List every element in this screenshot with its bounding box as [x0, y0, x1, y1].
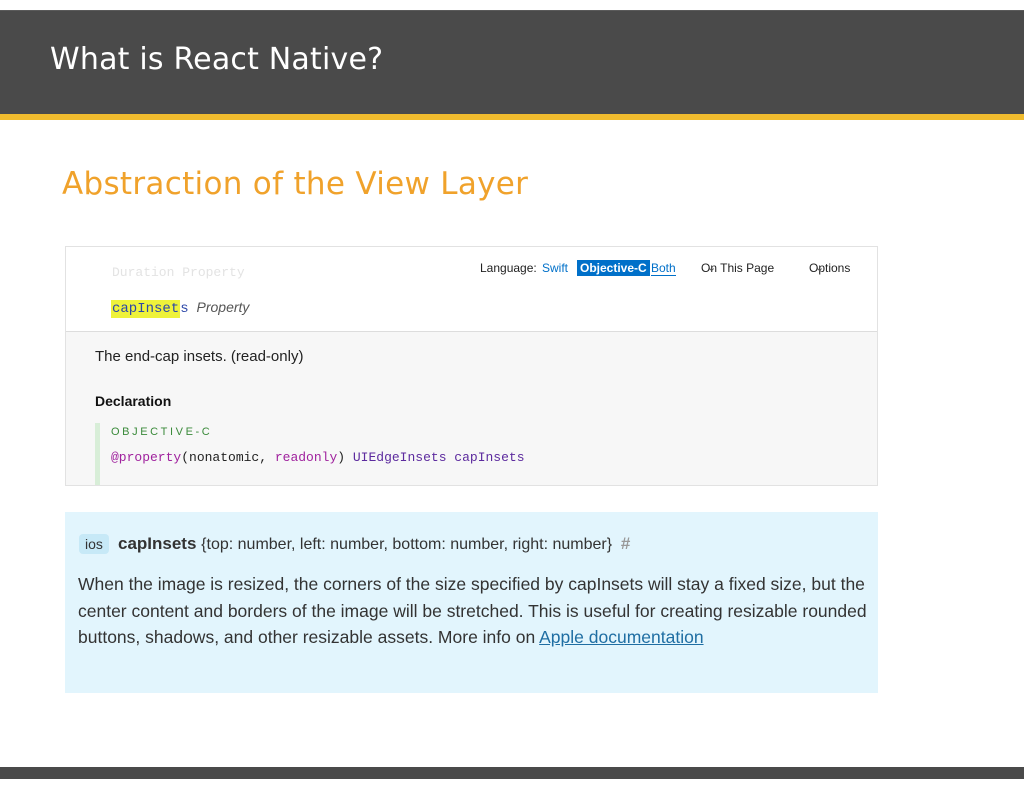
language-option-swift[interactable]: Swift	[542, 261, 568, 275]
language-option-objective-c[interactable]: Objective-C	[577, 260, 650, 276]
code-keyword: @property	[111, 450, 182, 465]
language-label: Language:	[480, 261, 537, 275]
code-language-label: OBJECTIVE-C	[111, 426, 213, 438]
code-type: UIEdgeInsets capInsets	[352, 450, 525, 465]
slide-title: What is React Native?	[50, 42, 384, 77]
apple-doc-header: Duration Property capInsets Property Lan…	[66, 247, 877, 332]
anchor-link[interactable]: #	[621, 534, 630, 553]
prop-name: capInsets	[118, 534, 197, 553]
prop-description: When the image is resized, the corners o…	[78, 571, 878, 651]
code-args-close: )	[337, 450, 353, 465]
property-kind-label: Property	[196, 299, 250, 315]
property-name-tail: s	[180, 301, 189, 317]
declaration-heading: Declaration	[95, 393, 172, 409]
faded-property-text: Duration Property	[112, 265, 245, 280]
language-option-both[interactable]: Both	[651, 261, 676, 276]
platform-badge: ios	[79, 534, 109, 554]
property-summary: The end-cap insets. (read-only)	[95, 348, 304, 365]
declaration-code: @property(nonatomic, readonly) UIEdgeIns…	[111, 450, 525, 465]
slide-header: What is React Native?	[0, 10, 1024, 114]
apple-documentation-link[interactable]: Apple documentation	[539, 627, 703, 647]
property-name-highlight: capInset	[111, 300, 181, 318]
slide-footer	[0, 767, 1024, 779]
code-block-rule	[95, 423, 100, 485]
prop-heading: capInsets {top: number, left: number, bo…	[118, 534, 630, 554]
prop-signature: {top: number, left: number, bottom: numb…	[201, 536, 613, 553]
chevron-down-icon: ⌄	[707, 262, 717, 274]
prop-description-text: When the image is resized, the corners o…	[78, 574, 867, 647]
chevron-down-icon: ⌄	[815, 262, 825, 274]
code-args-open: (nonatomic,	[181, 450, 275, 465]
apple-doc-screenshot: Duration Property capInsets Property Lan…	[65, 246, 878, 486]
code-readonly: readonly	[274, 450, 338, 465]
slide-subtitle: Abstraction of the View Layer	[62, 166, 529, 202]
react-native-doc-box: ios capInsets {top: number, left: number…	[65, 512, 878, 693]
property-heading: capInsets Property	[111, 299, 250, 318]
header-accent-line	[0, 114, 1024, 120]
